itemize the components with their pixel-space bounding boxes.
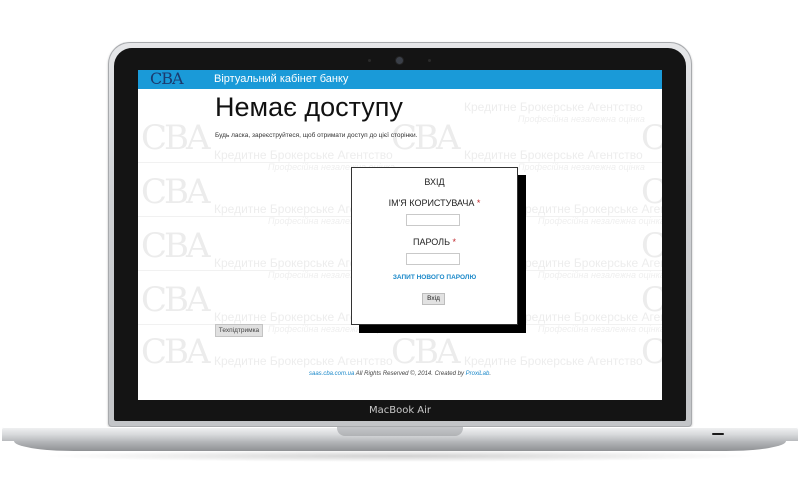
footer-end: . [489, 371, 491, 377]
watermark-logo: CBA [141, 172, 211, 212]
watermark-text: Кредитне Брокерське Агентство [464, 100, 643, 114]
laptop-hinge-notch [337, 427, 463, 436]
watermark-logo: CBA [641, 172, 662, 212]
watermark-logo: CBA [641, 118, 662, 158]
page-title: Немає доступу [215, 92, 403, 122]
tech-support-button[interactable]: Техпідтримка [215, 324, 263, 337]
required-mark: * [476, 198, 481, 208]
watermark-logo: CBA [141, 226, 211, 266]
browser-screen: CBA CBA CBA CBA CBA CBA CBA CBA CBA CBA … [138, 70, 662, 400]
watermark-rule [138, 162, 662, 163]
site-title: Віртуальний кабінет банку [214, 73, 349, 85]
laptop-base-bottom [14, 441, 786, 451]
login-button[interactable]: Вхід [422, 293, 445, 305]
username-label-text: ІМ'Я КОРИСТУВАЧА [388, 198, 475, 208]
watermark-subtext: Професійна незалежна оцінка [518, 114, 645, 124]
password-input[interactable] [406, 253, 460, 265]
request-new-password-link[interactable]: ЗАПИТ НОВОГО ПАРОЛЮ [352, 274, 517, 281]
watermark-logo: CBA [141, 332, 211, 372]
watermark-subtext: Професійна незалежна оцінка [518, 162, 645, 172]
watermark-text: Кредитне Брокерське Агентство [214, 148, 393, 162]
watermark-text: Кредитне Брокерське Агентство [518, 310, 662, 324]
login-heading: ВХІД [424, 177, 445, 187]
username-input[interactable] [406, 214, 460, 226]
watermark-text: Кредитне Брокерське Агентство [464, 148, 643, 162]
laptop-shadow [40, 450, 760, 462]
watermark-logo: CBA [141, 118, 211, 158]
ambient-sensor [368, 59, 371, 62]
password-label-text: ПАРОЛЬ [412, 237, 450, 247]
site-header: CBA Віртуальний кабінет банку [138, 70, 662, 89]
password-label: ПАРОЛЬ * [352, 237, 517, 247]
site-link[interactable]: saas.cba.com.ua [309, 371, 354, 377]
creator-link[interactable]: ProxiLab [466, 371, 490, 377]
watermark-text: Кредитне Брокерське Агентство [518, 256, 662, 270]
ambient-sensor [428, 59, 431, 62]
page-footer: saas.cba.com.ua All Rights Reserved ©, 2… [138, 371, 662, 377]
watermark-logo: CBA [641, 280, 662, 320]
indicator-light-icon [712, 433, 724, 435]
watermark-subtext: Професійна незалежна оцінка [538, 324, 662, 334]
page-subtitle: Будь ласка, зареєструйтеся, щоб отримати… [215, 132, 418, 139]
watermark-logo: CBA [641, 226, 662, 266]
login-dialog: ВХІД ІМ'Я КОРИСТУВАЧА * ПАРОЛЬ * ЗАПИТ Н… [351, 167, 518, 325]
watermark-text: Кредитне Брокерське Агентство [464, 354, 643, 368]
camera-icon [396, 57, 403, 64]
watermark-text: Кредитне Брокерське Агентство [518, 202, 662, 216]
watermark-subtext: Професійна незалежна оцінка [538, 216, 662, 226]
watermark-text: Кредитне Брокерське Агентство [214, 354, 393, 368]
device-brand-label: MacBook Air [368, 405, 432, 416]
watermark-logo: CBA [641, 332, 662, 372]
watermark-logo: CBA [141, 280, 211, 320]
required-mark: * [452, 237, 457, 247]
username-label: ІМ'Я КОРИСТУВАЧА * [352, 198, 517, 208]
footer-rights: All Rights Reserved ©, 2014. Created by [354, 371, 466, 377]
watermark-subtext: Професійна незалежна оцінка [538, 270, 662, 280]
site-logo[interactable]: CBA [150, 70, 184, 88]
watermark-logo: CBA [391, 332, 461, 372]
